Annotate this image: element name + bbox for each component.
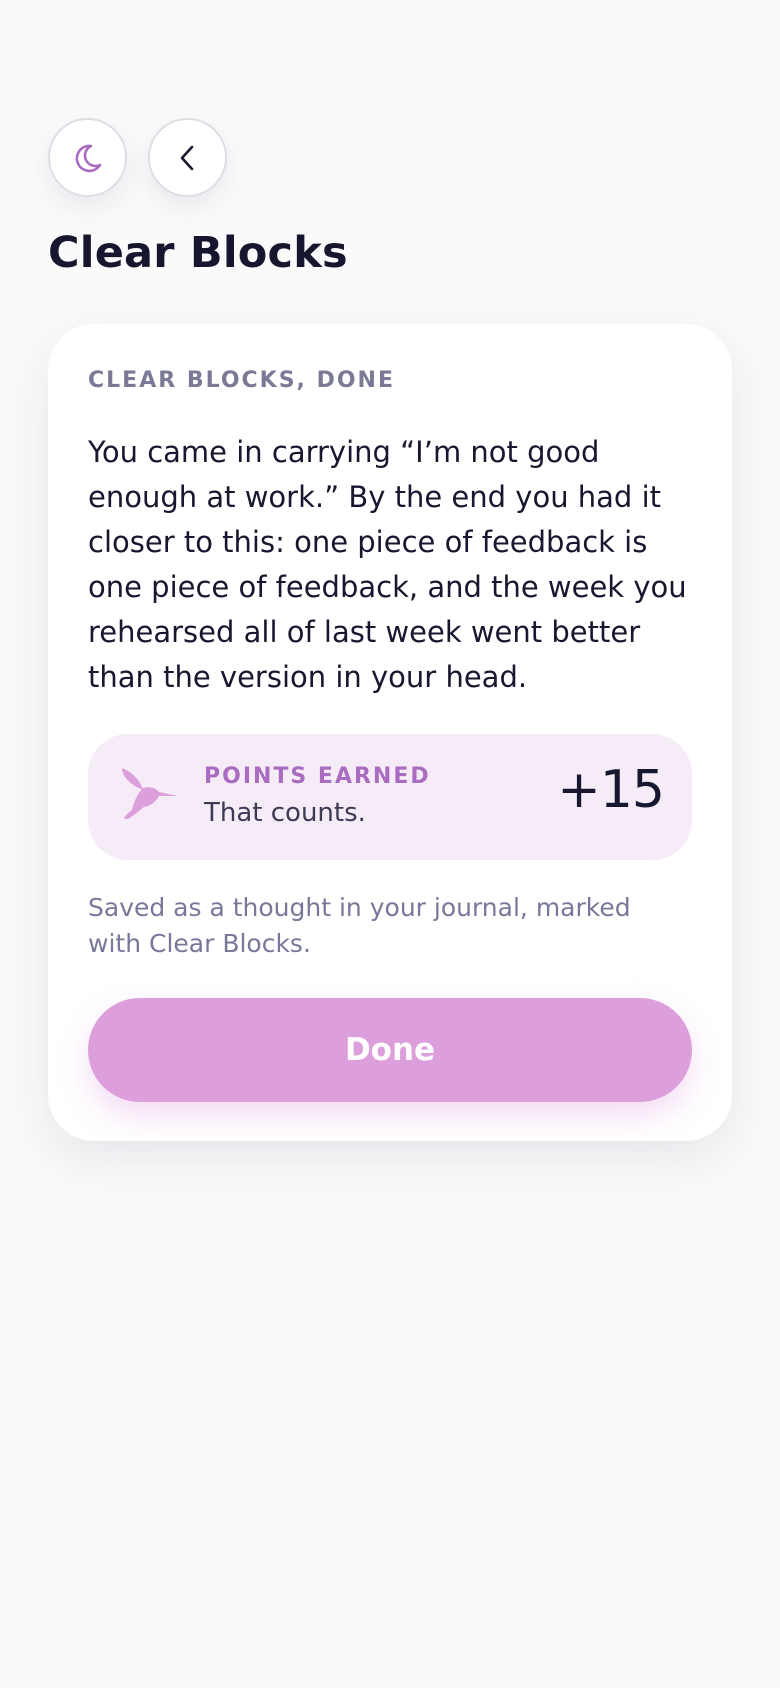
back-button[interactable] [148, 118, 227, 197]
done-button[interactable]: Done [88, 998, 692, 1102]
page-title: Clear Blocks [48, 228, 348, 278]
completion-screen: Clear Blocks CLEAR BLOCKS, DONE You came… [0, 0, 780, 1688]
points-subtitle: That counts. [204, 798, 366, 828]
points-label: POINTS EARNED [204, 764, 431, 789]
chevron-left-icon [180, 145, 193, 170]
card-eyebrow: CLEAR BLOCKS, DONE [88, 368, 395, 393]
hummingbird-icon [122, 768, 178, 820]
saved-note: Saved as a thought in your journal, mark… [88, 893, 631, 958]
theme-toggle-button[interactable] [48, 118, 127, 197]
top-button-row [48, 118, 227, 197]
result-card: CLEAR BLOCKS, DONE You came in carrying … [48, 324, 732, 1141]
moon-icon [75, 144, 101, 172]
points-value: +15 [557, 760, 665, 820]
session-summary: You came in carrying “I’m not good enoug… [88, 435, 687, 694]
points-earned-panel: POINTS EARNED That counts. +15 [88, 734, 692, 860]
